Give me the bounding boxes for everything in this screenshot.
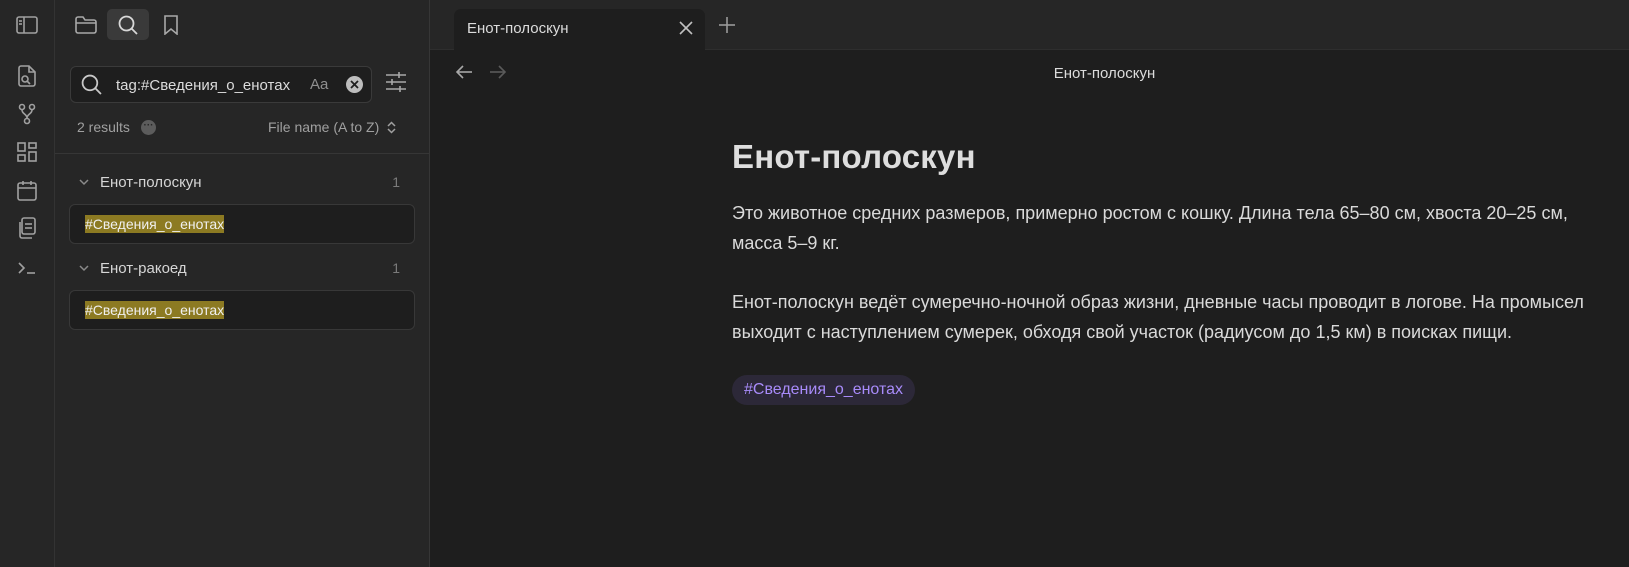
chevron-down-icon[interactable]: [78, 176, 90, 188]
search-input[interactable]: tag:#Сведения_о_енотах Aa: [70, 66, 372, 103]
open-quick-switcher-icon[interactable]: [14, 63, 40, 89]
bookmarks-icon[interactable]: [150, 9, 192, 40]
result-file-name[interactable]: Енот-ракоед: [100, 260, 187, 277]
sort-chevron-icon: [387, 120, 396, 134]
new-tab-icon[interactable]: [718, 16, 736, 34]
graph-view-icon[interactable]: [14, 101, 40, 127]
search-icon[interactable]: [107, 9, 149, 40]
sidebar-toggle-icon[interactable]: [14, 12, 40, 38]
sort-dropdown[interactable]: File name (A to Z): [268, 119, 396, 135]
tab-active[interactable]: Енот-полоскун: [454, 9, 705, 50]
more-options-icon[interactable]: ···: [141, 120, 156, 135]
search-sidebar: tag:#Сведения_о_енотах Aa 2 results ··· …: [55, 0, 430, 567]
result-file-name[interactable]: Енот-полоскун: [100, 174, 202, 191]
note-paragraph: Это животное средних размеров, примерно …: [732, 203, 1568, 253]
note-content: Енот-полоскун Это животное средних разме…: [732, 138, 1602, 405]
templates-icon[interactable]: [14, 215, 40, 241]
search-settings-icon[interactable]: [385, 71, 407, 93]
result-match-count: 1: [392, 174, 400, 190]
close-icon[interactable]: [679, 21, 693, 35]
command-palette-icon[interactable]: [14, 255, 40, 281]
match-highlight: #Сведения_о_енотах: [85, 301, 225, 319]
tag-link[interactable]: #Сведения_о_енотах: [732, 375, 916, 405]
divider: [55, 153, 430, 154]
canvas-icon[interactable]: [14, 139, 40, 165]
search-match[interactable]: #Сведения_о_енотах: [69, 290, 415, 330]
results-count: 2 results: [77, 119, 130, 135]
clear-search-icon[interactable]: [346, 76, 363, 93]
search-match[interactable]: #Сведения_о_енотах: [69, 204, 415, 244]
view-title[interactable]: Енот-полоскун: [430, 65, 1629, 82]
search-icon: [81, 74, 102, 95]
result-match-count: 1: [392, 260, 400, 276]
sidebar-tab-header: [55, 0, 430, 50]
note-heading: Енот-полоскун: [732, 138, 976, 175]
daily-note-icon[interactable]: [14, 177, 40, 203]
result-file-header[interactable]: Енот-полоскун 1: [55, 170, 430, 196]
match-highlight: #Сведения_о_енотах: [85, 215, 225, 233]
ribbon: [0, 0, 55, 567]
files-icon[interactable]: [65, 9, 107, 40]
note-paragraph: Енот-полоскун ведёт сумеречно-ночной обр…: [732, 292, 1584, 342]
chevron-down-icon[interactable]: [78, 262, 90, 274]
tab-bar: Енот-полоскун: [430, 0, 1629, 50]
match-case-toggle[interactable]: Aa: [310, 76, 328, 93]
sort-label: File name (A to Z): [268, 119, 380, 135]
tab-title[interactable]: Енот-полоскун: [467, 20, 569, 37]
result-file-header[interactable]: Енот-ракоед 1: [55, 256, 430, 282]
view-header: Енот-полоскун: [430, 50, 1629, 98]
search-query[interactable]: tag:#Сведения_о_енотах: [116, 77, 290, 94]
